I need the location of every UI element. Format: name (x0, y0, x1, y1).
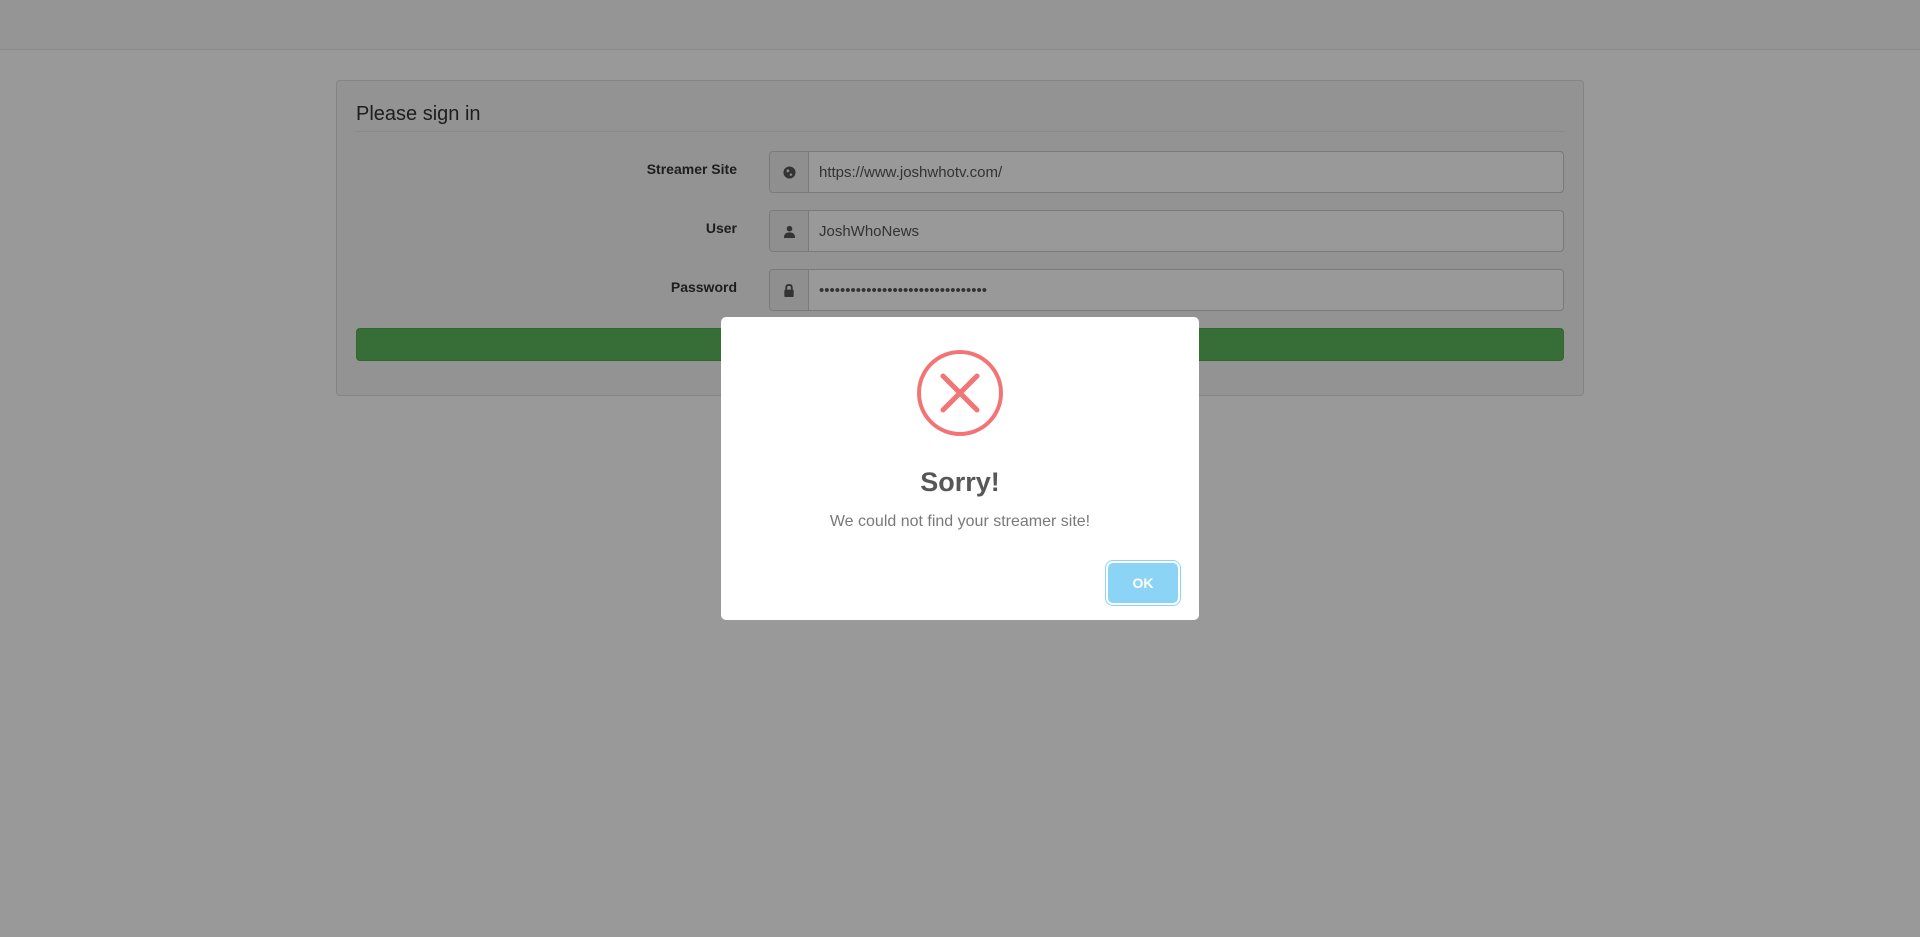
dialog-message: We could not find your streamer site! (829, 513, 1091, 530)
error-x-icon (916, 349, 1004, 437)
ok-button[interactable]: OK (1108, 563, 1178, 603)
dialog-title: Sorry! (920, 467, 1000, 497)
error-dialog: Sorry! We could not find your streamer s… (721, 317, 1199, 620)
